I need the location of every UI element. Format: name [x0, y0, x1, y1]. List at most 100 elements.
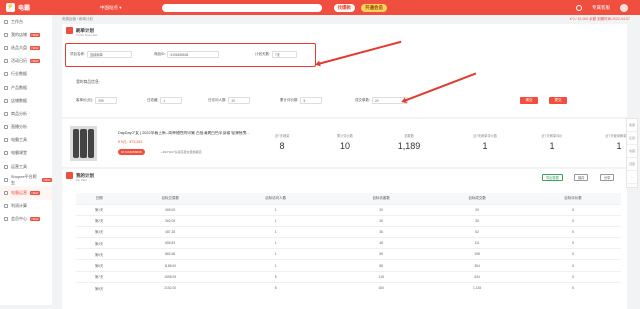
floating-toolbar: 客服 反馈 收藏 顶部 › — [626, 118, 638, 188]
column-header: 目标成交数 — [429, 193, 526, 204]
sidebar-item[interactable]: 商品分析 — [0, 107, 52, 120]
vip-button[interactable]: 开通会员 — [361, 3, 388, 12]
brand-logo[interactable]: ⚡ 电霸 — [0, 3, 50, 12]
plan-days-select[interactable]: 7天 — [271, 51, 297, 58]
sidebar-item[interactable]: 店铺数据 — [0, 94, 52, 107]
sidebar-item[interactable]: 电霸工具 — [0, 134, 52, 147]
daily-fav-input[interactable]: 1 — [160, 97, 183, 104]
sidebar-item-label: Shopee平台爬虫 — [10, 173, 37, 185]
table-row: 第4天 655.83 1 48 111 5 — [76, 237, 621, 249]
sidebar-item[interactable]: Shopee平台爬虫 NEW — [0, 173, 52, 186]
plan-days-label: 计划天数: — [255, 52, 270, 56]
daily-visitor-input[interactable]: 20 — [228, 97, 251, 104]
table-cell: 5 — [218, 270, 334, 283]
stat-block: 近7天刷单评价数 1 — [460, 133, 510, 151]
table-cell: 5 — [525, 203, 621, 216]
table-cell: 65 — [333, 248, 430, 260]
sidebar-item[interactable]: 利润计算 — [0, 200, 52, 213]
product-title[interactable]: DayDay少女 | 2022早春上新--简单随性的印象 百搭清爽白色半身裙 轻… — [118, 131, 268, 136]
column-header: 日期 — [76, 193, 123, 204]
share-button[interactable]: 分享 — [600, 174, 615, 181]
table-cell: 5 — [525, 214, 621, 227]
sidebar-item-label: 商品分析 — [11, 110, 27, 116]
plan-settings-card: 刷单计划 Curve Overview 项目名称: 连续刷单 商品ID: 619… — [62, 24, 627, 117]
table-cell: 5 — [525, 225, 621, 238]
stat-value: 1,189 — [397, 141, 421, 151]
daily-visitor-label: 日访问人数: — [208, 98, 227, 102]
sidebar: 工作台 我的店铺 NEW 选品大盘 NEW 活动日历 NEW 行业数据 产品数据 店铺数据 商品分析… — [0, 15, 52, 305]
table-cell: 62 — [429, 225, 526, 238]
float-tool[interactable]: 客服 — [627, 119, 637, 132]
reset-button[interactable]: 清空 — [520, 97, 538, 104]
daily-fav-label: 日收藏: — [147, 98, 159, 102]
sidebar-item[interactable]: 运营工具 — [0, 160, 52, 173]
table-cell: 88 — [333, 259, 430, 272]
column-header: 目标评价数 — [525, 193, 621, 204]
sidebar-item[interactable]: 我的店铺 NEW — [0, 28, 52, 41]
sidebar-item[interactable]: 直播分析 — [0, 121, 52, 134]
new-badge: NEW — [30, 45, 40, 50]
new-badge: NEW — [42, 177, 52, 182]
sidebar-item-label: 活动日历 — [11, 58, 27, 64]
stat-block: 总数数 1,189 — [384, 133, 434, 151]
user-service-link[interactable]: 专属客服 — [592, 5, 610, 11]
table-row: 第5天 882.68 1 65 198 5 — [76, 248, 621, 260]
plan-icon — [66, 27, 73, 34]
sidebar-item[interactable]: 工作台 — [0, 15, 52, 28]
float-tool[interactable]: 收藏 — [627, 145, 637, 158]
orders-label: 成交单数: — [355, 98, 370, 102]
table-cell: 487.28 — [122, 225, 219, 238]
total-review-input[interactable]: 5 — [300, 97, 323, 104]
table-cell: 1 — [218, 214, 334, 227]
sidebar-item[interactable]: 选品大盘 NEW — [0, 41, 52, 54]
table-cell: 2152.00 — [122, 281, 219, 294]
float-tool[interactable]: 顶部 — [627, 158, 637, 171]
site-selector[interactable]: 中国站点 ▾ — [100, 5, 122, 11]
sidebar-item-label: 运营工具 — [11, 163, 27, 169]
sidebar-item[interactable]: 电霸课堂 — [0, 147, 52, 160]
product-id-badge: ID:6196458638 — [118, 149, 145, 155]
table-cell: 26 — [333, 214, 430, 227]
stat-label: 累计评价数 — [337, 134, 353, 138]
save-button[interactable]: 保存 — [574, 174, 589, 181]
find-hot-button[interactable]: 找爆款 — [333, 3, 356, 12]
sidebar-item[interactable]: 行业数据 — [0, 68, 52, 81]
menu-icon — [4, 111, 8, 116]
menu-icon — [4, 19, 8, 24]
column-header: 目标访问人数 — [218, 193, 334, 204]
export-button[interactable]: 导出数据 — [542, 174, 563, 181]
sidebar-item[interactable]: 电霸运营 NEW — [0, 186, 52, 200]
product-id-input[interactable]: 6196458638 — [167, 51, 220, 58]
table-cell: 第7天 — [76, 270, 123, 283]
sidebar-item-label: 直播分析 — [11, 124, 27, 130]
table-cell: 1 — [218, 248, 334, 260]
float-tool[interactable]: 反馈 — [627, 132, 637, 145]
sidebar-item[interactable]: 活动日历 NEW — [0, 55, 52, 68]
table-cell: 1,135 — [429, 281, 526, 294]
sidebar-item[interactable]: 会员中心 NEW — [0, 213, 52, 226]
table-cell: 第6天 — [76, 259, 123, 272]
product-image[interactable] — [70, 126, 97, 161]
top-navigation: ⚡ 电霸 中国站点 ▾ 找爆款 开通会员 专属客服 — [0, 0, 640, 15]
top-search-bar[interactable] — [161, 3, 322, 12]
project-name-label: 项目名称: — [70, 52, 85, 56]
project-name-input[interactable]: 连续刷单 — [86, 51, 132, 58]
sidebar-item[interactable]: 产品数据 — [0, 81, 52, 94]
breadcrumb: 电霸运营 / 刷单计划 ¥ 0 / 10,000 余额 到期时间:2022-04… — [52, 15, 640, 23]
price-input[interactable]: 299 — [95, 97, 118, 104]
avatar[interactable] — [620, 3, 628, 12]
column-header: 目标访客数 — [333, 193, 430, 204]
table-cell: 第3天 — [76, 225, 123, 238]
plan-table: 日期 目标交易额 目标访问人数 目标访客数 目标成交数 目标评价数 第1天 269.00 1 2… — [76, 193, 621, 294]
stat-value: 1 — [482, 141, 488, 151]
sidebar-item-label: 工作台 — [11, 18, 23, 24]
new-badge: NEW — [30, 191, 40, 196]
float-tool[interactable]: › — [627, 171, 637, 184]
menu-icon — [4, 138, 8, 143]
bell-icon[interactable] — [576, 4, 582, 11]
submit-button[interactable]: 提交 — [549, 97, 567, 104]
table-cell: 1188.00 — [122, 259, 219, 272]
table-row: 第2天 362.05 1 26 35 5 — [76, 214, 621, 227]
table-cell: 198 — [429, 248, 526, 260]
table-cell: 第5天 — [76, 248, 123, 260]
